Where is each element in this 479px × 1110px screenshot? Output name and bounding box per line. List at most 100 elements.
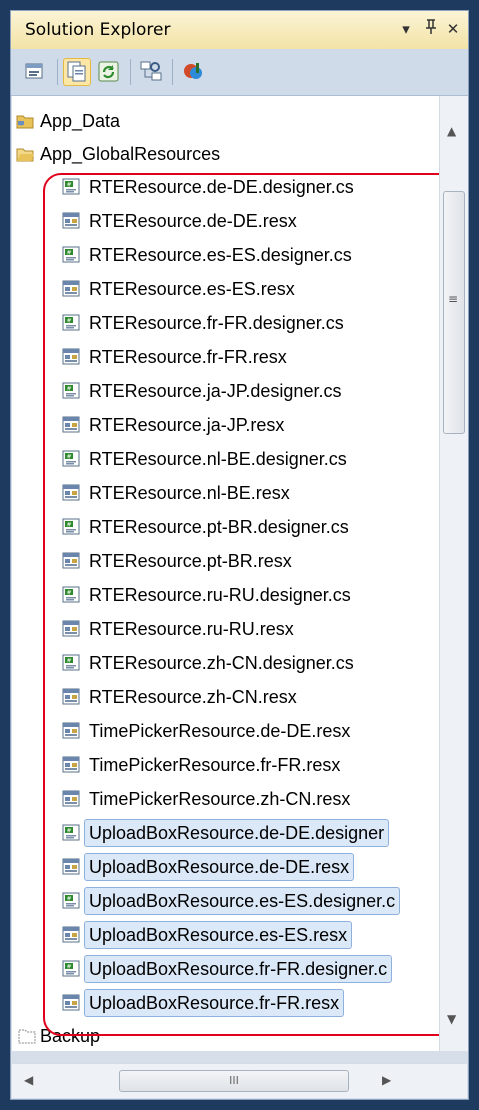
file-label: UploadBoxResource.de-DE.designer <box>84 819 390 847</box>
scroll-down-arrow-icon[interactable]: ▼ <box>447 1012 456 1026</box>
file-label: TimePickerResource.zh-CN.resx <box>89 789 351 809</box>
close-icon[interactable]: ✕ <box>443 19 463 39</box>
panel-titlebar: Solution Explorer ▾ ✕ <box>11 11 468 50</box>
file-item[interactable]: RTEResource.pt-BR.resx <box>12 547 439 575</box>
file-item[interactable]: # RTEResource.zh-CN.designer.cs <box>12 649 439 677</box>
pin-icon[interactable] <box>421 19 441 39</box>
file-item[interactable]: # RTEResource.nl-BE.designer.cs <box>12 445 439 473</box>
file-label: RTEResource.de-DE.designer.cs <box>89 177 354 197</box>
folder-app-data[interactable]: App_Data <box>12 107 439 135</box>
file-item[interactable]: RTEResource.es-ES.resx <box>12 275 439 303</box>
resource-file-icon <box>62 620 80 637</box>
file-item[interactable]: # RTEResource.de-DE.designer.cs <box>12 173 439 201</box>
file-item[interactable]: RTEResource.ru-RU.resx <box>12 615 439 643</box>
debug-icon[interactable] <box>179 58 207 86</box>
resource-file-icon <box>62 790 80 807</box>
file-label: RTEResource.ja-JP.designer.cs <box>89 381 342 401</box>
scroll-up-arrow-icon[interactable]: ▲ <box>447 124 456 138</box>
file-label: RTEResource.pt-BR.designer.cs <box>89 517 349 537</box>
csharp-file-icon: # <box>62 892 80 909</box>
horizontal-scrollbar[interactable]: ◀ III ▶ <box>12 1063 467 1098</box>
vertical-scroll-thumb[interactable]: ≡ <box>443 191 465 434</box>
file-label: RTEResource.nl-BE.resx <box>89 483 290 503</box>
csharp-file-icon: # <box>62 314 80 331</box>
folder-label: App_GlobalResources <box>40 144 221 164</box>
vertical-scrollbar[interactable]: ▲ ≡ ▼ <box>439 96 468 1051</box>
file-item[interactable]: UploadBoxResource.de-DE.resx <box>12 853 439 881</box>
resource-file-icon <box>62 212 80 229</box>
resource-file-icon <box>62 552 80 569</box>
file-item[interactable]: # UploadBoxResource.fr-FR.designer.c <box>12 955 439 983</box>
file-label: RTEResource.zh-CN.resx <box>89 687 297 707</box>
file-item[interactable]: TimePickerResource.zh-CN.resx <box>12 785 439 813</box>
file-item[interactable]: # RTEResource.fr-FR.designer.cs <box>12 309 439 337</box>
hidden-folder-icon <box>18 1029 36 1044</box>
horizontal-scroll-thumb[interactable]: III <box>119 1070 349 1092</box>
file-label: RTEResource.ru-RU.resx <box>89 619 294 639</box>
panel-toolbar <box>11 49 468 96</box>
file-label: UploadBoxResource.es-ES.resx <box>84 921 353 949</box>
file-item[interactable]: RTEResource.de-DE.resx <box>12 207 439 235</box>
file-item[interactable]: RTEResource.nl-BE.resx <box>12 479 439 507</box>
file-item[interactable]: RTEResource.ja-JP.resx <box>12 411 439 439</box>
csharp-file-icon: # <box>62 178 80 195</box>
file-item[interactable]: TimePickerResource.de-DE.resx <box>12 717 439 745</box>
file-label: RTEResource.nl-BE.designer.cs <box>89 449 347 469</box>
svg-text:#: # <box>67 658 72 665</box>
csharp-file-icon: # <box>62 960 80 977</box>
properties-icon[interactable] <box>21 58 49 86</box>
folder-label: Backup <box>40 1026 101 1046</box>
resource-file-icon <box>62 722 80 739</box>
folder-backup[interactable]: Backup <box>12 1022 439 1050</box>
file-label: UploadBoxResource.fr-FR.resx <box>84 989 345 1017</box>
resource-file-icon <box>62 348 80 365</box>
grip-icon: ≡ <box>448 292 459 306</box>
file-label: RTEResource.ja-JP.resx <box>89 415 285 435</box>
scroll-left-arrow-icon[interactable]: ◀ <box>24 1073 33 1087</box>
svg-text:#: # <box>67 318 72 325</box>
file-label: UploadBoxResource.es-ES.designer.c <box>84 887 401 915</box>
svg-text:#: # <box>67 386 72 393</box>
open-folder-icon <box>16 148 34 162</box>
csharp-file-icon: # <box>62 654 80 671</box>
resource-file-icon <box>62 484 80 501</box>
show-all-files-icon[interactable] <box>63 58 91 86</box>
window-position-dropdown-icon[interactable]: ▾ <box>396 19 416 39</box>
resource-file-icon <box>62 416 80 433</box>
file-item[interactable]: UploadBoxResource.fr-FR.resx <box>12 989 439 1017</box>
file-item[interactable]: RTEResource.fr-FR.resx <box>12 343 439 371</box>
file-item[interactable]: # UploadBoxResource.es-ES.designer.c <box>12 887 439 915</box>
refresh-icon[interactable] <box>95 58 123 86</box>
resource-file-icon <box>62 756 80 773</box>
database-folder-icon <box>16 115 34 129</box>
folder-app-global-resources[interactable]: App_GlobalResources <box>12 140 439 168</box>
file-item[interactable]: # RTEResource.pt-BR.designer.cs <box>12 513 439 541</box>
file-label: RTEResource.zh-CN.designer.cs <box>89 653 354 673</box>
file-label: RTEResource.fr-FR.designer.cs <box>89 313 344 333</box>
solution-explorer-panel: Solution Explorer ▾ ✕ App_Data App_Globa… <box>10 10 469 1100</box>
file-label: RTEResource.es-ES.resx <box>89 279 295 299</box>
resource-file-icon <box>62 926 80 943</box>
svg-text:#: # <box>67 590 72 597</box>
resource-file-icon <box>62 280 80 297</box>
file-item[interactable]: UploadBoxResource.es-ES.resx <box>12 921 439 949</box>
file-label: RTEResource.de-DE.resx <box>89 211 297 231</box>
file-label: TimePickerResource.fr-FR.resx <box>89 755 341 775</box>
csharp-file-icon: # <box>62 824 80 841</box>
file-label: RTEResource.pt-BR.resx <box>89 551 292 571</box>
csharp-file-icon: # <box>62 450 80 467</box>
file-item[interactable]: RTEResource.zh-CN.resx <box>12 683 439 711</box>
resource-file-icon <box>62 688 80 705</box>
file-item[interactable]: # RTEResource.ru-RU.designer.cs <box>12 581 439 609</box>
view-class-diagram-icon[interactable] <box>137 58 165 86</box>
svg-text:#: # <box>67 522 72 529</box>
resource-file-icon <box>62 858 80 875</box>
file-item[interactable]: TimePickerResource.fr-FR.resx <box>12 751 439 779</box>
file-item[interactable]: # RTEResource.ja-JP.designer.cs <box>12 377 439 405</box>
file-item[interactable]: # RTEResource.es-ES.designer.cs <box>12 241 439 269</box>
scroll-right-arrow-icon[interactable]: ▶ <box>382 1073 391 1087</box>
solution-tree[interactable]: App_Data App_GlobalResources # RTEResourc… <box>12 96 439 1051</box>
file-item[interactable]: # UploadBoxResource.de-DE.designer <box>12 819 439 847</box>
svg-text:#: # <box>67 182 72 189</box>
csharp-file-icon: # <box>62 586 80 603</box>
